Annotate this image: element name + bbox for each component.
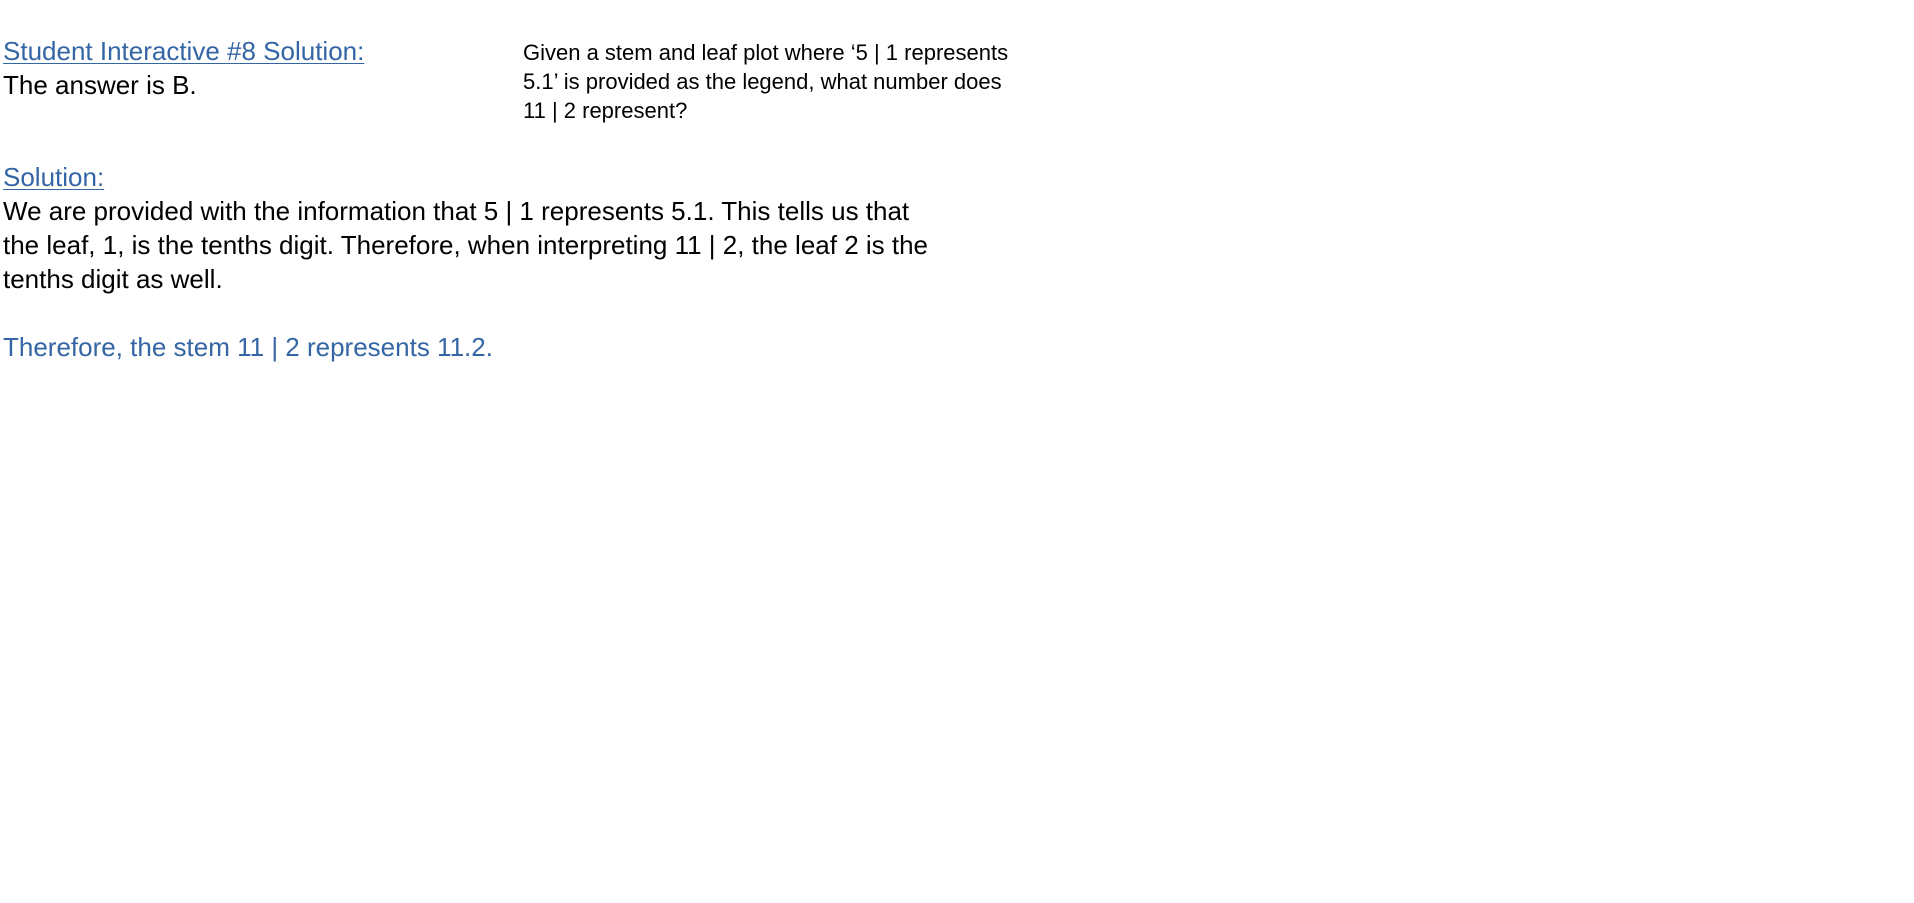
solution-heading: Solution:: [3, 162, 105, 192]
solution-heading-block: Solution:: [3, 160, 104, 194]
question-line: Given a stem and leaf plot where ‘5 | 1 …: [523, 40, 1009, 65]
explanation-line: the leaf, 1, is the tenths digit. Theref…: [3, 230, 929, 260]
page-title: Student Interactive #8 Solution:: [3, 36, 365, 66]
question-text: Given a stem and leaf plot where ‘5 | 1 …: [523, 38, 1008, 125]
answer-text: The answer is B.: [3, 70, 197, 100]
explanation-line: tenths digit as well.: [3, 264, 223, 294]
explanation-line: We are provided with the information tha…: [3, 196, 910, 226]
solution-conclusion: Therefore, the stem 11 | 2 represents 11…: [3, 332, 493, 362]
question-line: 11 | 2 represent?: [523, 98, 688, 123]
solution-explanation: We are provided with the information tha…: [3, 194, 928, 296]
question-line: 5.1’ is provided as the legend, what num…: [523, 69, 1002, 94]
title-block: Student Interactive #8 Solution:: [3, 34, 364, 68]
document-page: { "header": { "title": "Student Interact…: [0, 0, 1914, 903]
